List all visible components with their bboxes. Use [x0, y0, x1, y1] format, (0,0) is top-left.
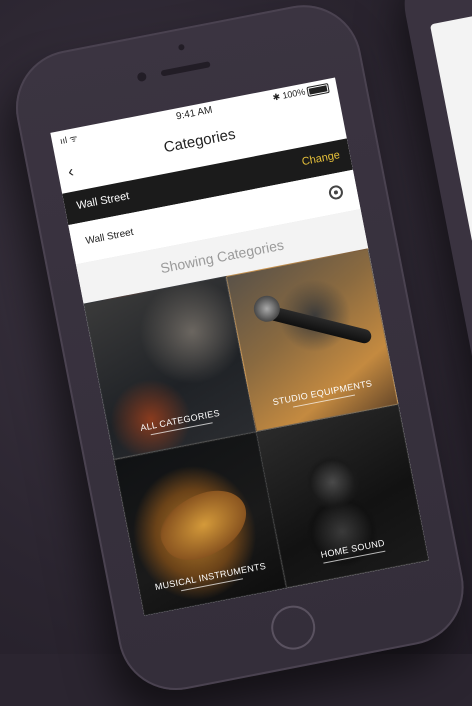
category-tile-studio-equipments[interactable]: STUDIO EQUIPMENTS — [225, 248, 399, 433]
category-label: ALL CATEGORIES — [139, 407, 221, 433]
category-label: STUDIO EQUIPMENTS — [271, 378, 373, 408]
location-search-value: Wall Street — [84, 226, 135, 247]
battery-text: ✱ 100% — [271, 86, 307, 103]
category-label: HOME SOUND — [319, 537, 386, 560]
change-location-button[interactable]: Change — [301, 149, 341, 168]
battery-icon — [306, 82, 330, 97]
guitar-image — [149, 475, 258, 574]
category-label: MUSICAL INSTRUMENTS — [154, 560, 267, 593]
current-location: Wall Street — [75, 190, 131, 213]
category-grid: ALL CATEGORIES STUDIO EQUIPMENTS MUSICAL… — [83, 248, 429, 616]
category-tile-home-sound[interactable]: HOME SOUND — [256, 404, 429, 589]
crosshair-icon[interactable] — [327, 184, 345, 201]
